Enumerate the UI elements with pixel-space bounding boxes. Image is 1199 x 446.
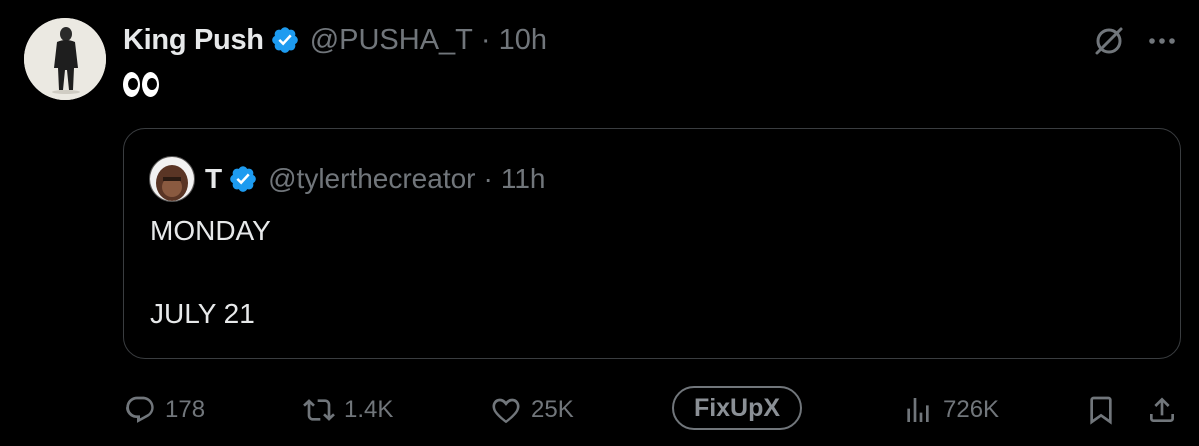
author-avatar[interactable] <box>24 18 106 100</box>
quoted-tweet[interactable]: T @tylerthecreator · 11h MONDAY JULY 21 <box>123 128 1181 359</box>
like-button[interactable]: 25K <box>490 384 574 436</box>
author-handle[interactable]: @PUSHA_T <box>310 24 473 57</box>
more-icon[interactable] <box>1143 22 1181 60</box>
verified-badge-icon <box>228 164 258 194</box>
verified-badge-icon[interactable] <box>270 25 300 55</box>
quoted-tweet-header: T @tylerthecreator · 11h <box>149 156 546 202</box>
eyes-emoji-icon <box>123 71 159 97</box>
quoted-author-name[interactable]: T <box>205 163 222 195</box>
share-icon <box>1150 397 1174 422</box>
separator-dot: · <box>483 163 493 194</box>
tweet-actions: 178 1.4K 25K 726K <box>0 384 1199 436</box>
tweet-header: King Push @PUSHA_T · 10h <box>123 20 547 60</box>
repost-button[interactable]: 1.4K <box>303 384 393 436</box>
quoted-author-avatar[interactable] <box>149 156 195 202</box>
reply-button[interactable]: 178 <box>124 384 205 436</box>
separator-dot: · <box>480 23 491 56</box>
like-count: 25K <box>531 396 574 423</box>
repost-count: 1.4K <box>344 396 394 423</box>
like-icon <box>492 398 520 424</box>
views-icon <box>907 398 929 422</box>
quoted-tweet-text-line2: JULY 21 <box>150 298 255 329</box>
bookmark-button[interactable] <box>1085 384 1117 436</box>
grok-icon[interactable] <box>1090 22 1128 60</box>
bookmark-icon <box>1090 396 1112 425</box>
tweet-time[interactable]: 10h <box>499 24 547 57</box>
repost-icon <box>303 399 335 421</box>
share-button[interactable] <box>1146 384 1178 436</box>
tweet-text <box>123 64 159 104</box>
reply-icon <box>126 396 154 423</box>
author-name[interactable]: King Push <box>123 24 264 57</box>
quoted-author-handle: @tylerthecreator <box>268 163 476 194</box>
views-button[interactable]: 726K <box>902 384 999 436</box>
reply-count: 178 <box>165 396 206 423</box>
quoted-tweet-time: 11h <box>500 163 546 194</box>
quoted-tweet-text-line1: MONDAY <box>150 215 271 246</box>
fixupx-button[interactable]: FixUpX <box>672 386 802 430</box>
views-count: 726K <box>943 396 1000 423</box>
